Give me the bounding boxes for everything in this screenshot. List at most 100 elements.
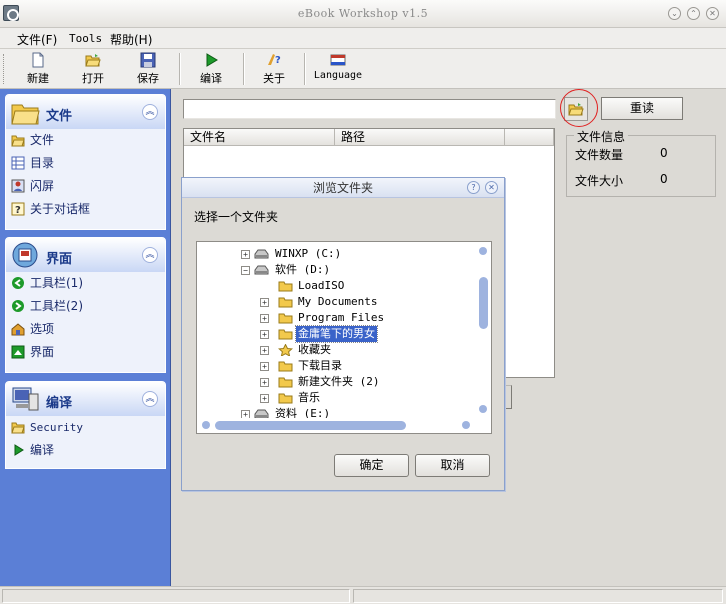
new-button-label: 新建 (27, 72, 49, 85)
dialog-title-bar[interactable]: 浏览文件夹 ? ✕ (182, 178, 504, 198)
tree-node-label: 下载目录 (298, 359, 342, 372)
about-button[interactable]: ? 关于 (252, 51, 296, 87)
drive-icon (254, 249, 269, 259)
toolbar-grip[interactable] (3, 54, 6, 84)
sidebar-item-interface[interactable]: 界面 (6, 341, 165, 364)
file-count-label: 文件数量 (575, 148, 624, 162)
scroll-right-icon[interactable] (462, 421, 470, 429)
expand-icon[interactable]: + (260, 394, 269, 403)
compile-button-label: 编译 (200, 72, 222, 85)
status-cell (2, 589, 350, 603)
column-header-filename[interactable]: 文件名 (184, 129, 335, 146)
tree-node[interactable]: + 音乐 (197, 390, 473, 406)
expand-icon[interactable]: + (260, 314, 269, 323)
tree-node[interactable]: LoadISO (197, 278, 473, 294)
sidebar-item-label: 界面 (30, 345, 55, 359)
sidebar-item-label: 工具栏(1) (30, 276, 83, 290)
expand-icon[interactable]: + (241, 250, 250, 259)
sidebar-panel-header[interactable]: 界面 ︽ (6, 238, 165, 272)
collapse-icon[interactable]: ︽ (142, 391, 158, 407)
sidebar-item-toolbar-2[interactable]: 工具栏(2) (6, 295, 165, 318)
column-header-path[interactable]: 路径 (335, 129, 505, 146)
sidebar-item-splash[interactable]: 闪屏 (6, 175, 165, 198)
file-count-value: 0 (660, 146, 668, 160)
file-size-label: 文件大小 (575, 174, 624, 188)
expand-icon[interactable]: + (260, 362, 269, 371)
sidebar-item-toolbar-1[interactable]: 工具栏(1) (6, 272, 165, 295)
sidebar-item-about-dialog[interactable]: ? 关于对话框 (6, 198, 165, 221)
cancel-button[interactable]: 取消 (415, 454, 490, 477)
tree-node[interactable]: + 新建文件夹 (2) (197, 374, 473, 390)
sidebar-panel-title: 文件 (46, 109, 73, 124)
expand-icon[interactable]: + (260, 378, 269, 387)
drive-icon (254, 265, 269, 275)
tree-node[interactable]: + Program Files (197, 310, 473, 326)
tree-node[interactable]: + 金庸笔下的男女 (197, 325, 473, 343)
sidebar-item-security[interactable]: Security (6, 416, 165, 439)
status-cell (353, 589, 723, 603)
path-input[interactable] (183, 99, 556, 119)
reload-button[interactable]: 重读 (601, 97, 683, 120)
scroll-up-icon[interactable] (479, 247, 487, 255)
open-button[interactable]: 打开 (71, 51, 115, 87)
tree-node-label: LoadISO (298, 279, 345, 292)
sidebar-item-file[interactable]: 文件 (6, 129, 165, 152)
sidebar-panel-header[interactable]: 编译 ︽ (6, 382, 165, 416)
folder-icon (278, 297, 293, 308)
status-bar (0, 586, 726, 604)
sidebar-panel-compile: 编译 ︽ Security 编译 (5, 381, 166, 469)
tree-node[interactable]: + My Documents (197, 294, 473, 310)
expand-icon[interactable]: + (260, 330, 269, 339)
close-icon[interactable]: ✕ (485, 181, 498, 194)
sidebar-item-options[interactable]: 选项 (6, 318, 165, 341)
file-info-legend: 文件信息 (574, 128, 629, 145)
window-icon (11, 345, 25, 359)
highlight-circle (560, 89, 598, 127)
tree-vertical-scrollbar[interactable] (476, 243, 490, 417)
collapse-icon[interactable]: ︽ (142, 247, 158, 263)
save-button-label: 保存 (137, 72, 159, 85)
folder-tree[interactable]: + WINXP (C:) − 软件 (D:) LoadISO + My Documents +… (196, 241, 492, 434)
menu-help[interactable]: 帮助(H) (110, 31, 152, 48)
sidebar-item-compile[interactable]: 编译 (6, 439, 165, 462)
expand-icon[interactable]: + (260, 298, 269, 307)
close-button[interactable]: ✕ (706, 7, 719, 20)
scroll-thumb[interactable] (215, 421, 406, 430)
title-bar: eBook Workshop v1.5 ⌄ ⌃ ✕ (0, 0, 726, 28)
tree-horizontal-scrollbar[interactable] (198, 418, 476, 432)
folder-icon (278, 393, 293, 404)
menu-bar: 文件(F) Tools 帮助(H) (0, 28, 726, 49)
compile-button[interactable]: 编译 (189, 51, 233, 87)
minimize-button[interactable]: ⌄ (668, 7, 681, 20)
arrow-left-icon (12, 277, 24, 289)
collapse-icon[interactable]: − (241, 266, 250, 275)
save-disk-icon (140, 52, 156, 68)
tree-node-label: My Documents (298, 295, 378, 308)
maximize-button[interactable]: ⌃ (687, 7, 700, 20)
sidebar-item-label: 文件 (30, 133, 55, 147)
new-button[interactable]: 新建 (16, 51, 60, 87)
help-icon[interactable]: ? (467, 181, 480, 194)
svg-text:?: ? (15, 205, 21, 216)
scroll-left-icon[interactable] (202, 421, 210, 429)
ok-button[interactable]: 确定 (334, 454, 409, 477)
tree-node-label: WINXP (C:) (275, 247, 342, 260)
folder-icon (11, 104, 40, 125)
scroll-down-icon[interactable] (479, 405, 487, 413)
expand-icon[interactable]: + (260, 346, 269, 355)
tree-node[interactable]: + 收藏夹 (197, 342, 473, 358)
tree-node[interactable]: + WINXP (C:) (197, 246, 473, 262)
save-button[interactable]: 保存 (126, 51, 170, 87)
menu-tools[interactable]: Tools (69, 32, 102, 45)
sidebar-panel-header[interactable]: 文件 ︽ (6, 95, 165, 129)
menu-file[interactable]: 文件(F) (17, 31, 57, 48)
sidebar-item-toc[interactable]: 目录 (6, 152, 165, 175)
toolbar-separator (243, 53, 245, 85)
language-button[interactable]: Language (312, 51, 364, 87)
collapse-icon[interactable]: ︽ (142, 104, 158, 120)
toolbar-separator (179, 53, 181, 85)
tree-node[interactable]: + 下载目录 (197, 358, 473, 374)
tree-node[interactable]: − 软件 (D:) (197, 262, 473, 278)
dialog-prompt: 选择一个文件夹 (194, 210, 279, 224)
scroll-thumb[interactable] (479, 277, 488, 329)
